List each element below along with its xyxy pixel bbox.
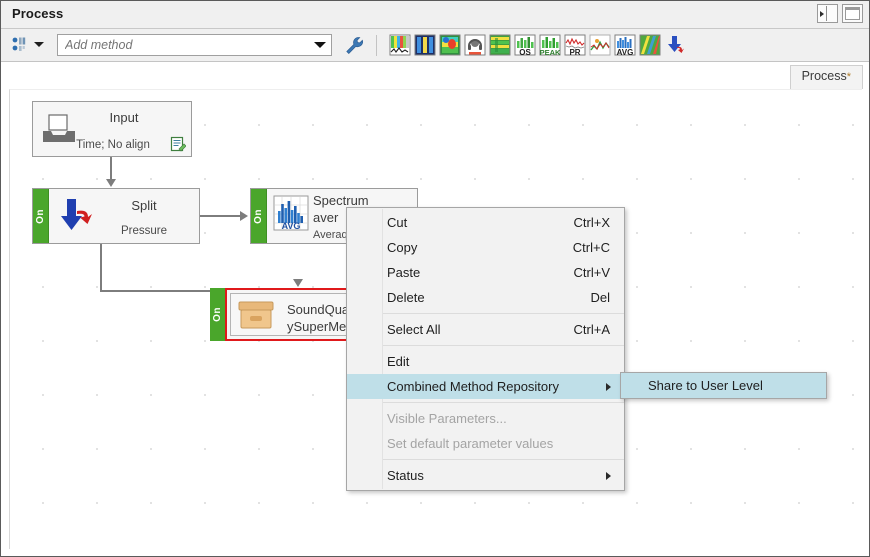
waterfall-icon[interactable]	[639, 34, 661, 56]
main-toolbar: OS PEAK PR	[1, 29, 869, 62]
connector-arrow-split-in	[106, 179, 116, 187]
window-layout-buttons	[817, 4, 863, 23]
menu-item-select-all-label: Select All	[387, 322, 440, 337]
window-body-icon	[845, 10, 860, 20]
spectrogram-icon[interactable]	[489, 34, 511, 56]
node-split[interactable]: On Split Pressure	[32, 188, 200, 244]
combo-arrow-icon[interactable]	[314, 42, 326, 48]
node-split-title: Split	[89, 198, 199, 213]
menu-item-set-default-parameter-values: Set default parameter values	[347, 431, 624, 456]
connector-input-split	[110, 157, 112, 180]
submenu-arrow-icon	[606, 383, 611, 391]
node-input[interactable]: Input Time; No align	[32, 101, 192, 157]
menu-item-visible-parameters-label: Visible Parameters...	[387, 411, 507, 426]
node-soundquality-state-label: On	[212, 307, 223, 322]
menu-item-paste-label: Paste	[387, 265, 420, 280]
tab-modified-marker: *	[847, 71, 851, 83]
spectrum-avg-icon: AVG	[273, 195, 309, 231]
menu-item-paste[interactable]: Paste Ctrl+V	[347, 260, 624, 285]
archive-box-icon	[237, 301, 275, 331]
svg-text:AVG: AVG	[617, 48, 634, 56]
pr-icon[interactable]: PR	[564, 34, 586, 56]
node-spectrum-state-label: On	[253, 209, 264, 224]
menu-item-set-default-parameter-values-label: Set default parameter values	[387, 436, 553, 451]
menu-item-edit-label: Edit	[387, 354, 409, 369]
menu-item-status[interactable]: Status	[347, 463, 624, 488]
process-window: Process	[0, 0, 870, 557]
tab-label: Process	[802, 69, 847, 83]
node-split-subtitle: Pressure	[89, 225, 199, 237]
svg-text:PEAK: PEAK	[540, 48, 561, 56]
panel-divider-icon	[826, 6, 827, 21]
menu-item-copy-accel: Ctrl+C	[573, 235, 610, 260]
menu-item-status-label: Status	[387, 468, 424, 483]
node-soundquality-state-bar[interactable]: On	[210, 288, 225, 341]
method-list-icon[interactable]	[11, 35, 31, 55]
toolbar-separator	[376, 35, 377, 56]
menu-item-cut[interactable]: Cut Ctrl+X	[347, 210, 624, 235]
peak-icon[interactable]: PEAK	[539, 34, 561, 56]
menu-item-delete[interactable]: Delete Del	[347, 285, 624, 310]
menu-item-cut-accel: Ctrl+X	[574, 210, 610, 235]
menu-item-paste-accel: Ctrl+V	[574, 260, 610, 285]
menu-item-copy-label: Copy	[387, 240, 417, 255]
bar-blue-icon[interactable]	[414, 34, 436, 56]
menu-separator	[383, 313, 624, 314]
node-split-state-label: On	[35, 209, 46, 224]
avg-icon[interactable]: AVG	[614, 34, 636, 56]
connector-split-spectrum	[200, 215, 241, 217]
context-menu: Cut Ctrl+X Copy Ctrl+C Paste Ctrl+V Dele…	[346, 207, 625, 491]
toolbar-icon-group: OS PEAK PR	[389, 34, 686, 56]
restore-layout-button[interactable]	[817, 4, 838, 23]
menu-separator	[383, 345, 624, 346]
node-input-subtitle: Time; No align	[61, 139, 165, 151]
connector-arrow-spectrum-in	[240, 211, 248, 221]
menu-item-select-all[interactable]: Select All Ctrl+A	[347, 317, 624, 342]
octave-icon[interactable]: OS	[514, 34, 536, 56]
submenu-item-share-to-user-level[interactable]: Share to User Level	[621, 373, 826, 398]
tab-strip: Process*	[1, 62, 869, 89]
connector-split-down	[100, 244, 102, 291]
menu-separator	[383, 402, 624, 403]
tab-process[interactable]: Process*	[790, 65, 863, 89]
menu-item-select-all-accel: Ctrl+A	[574, 317, 610, 342]
chevron-down-icon[interactable]	[34, 42, 44, 47]
svg-text:PR: PR	[569, 48, 580, 56]
svg-text:AVG: AVG	[282, 221, 301, 231]
add-method-input[interactable]	[57, 34, 332, 56]
node-split-state-bar[interactable]: On	[33, 189, 49, 243]
menu-item-cut-label: Cut	[387, 215, 407, 230]
window-titlebar: Process	[1, 1, 869, 29]
menu-item-delete-accel: Del	[590, 285, 610, 310]
menu-item-combined-method-repository[interactable]: Combined Method Repository	[347, 374, 624, 399]
window-title: Process	[12, 6, 63, 21]
menu-item-combined-method-repository-label: Combined Method Repository	[387, 379, 559, 394]
svg-text:OS: OS	[519, 48, 531, 56]
submenu-arrow-icon	[606, 472, 611, 480]
node-input-title: Input	[61, 110, 187, 125]
node-spectrum-title-line2: aver	[313, 210, 338, 225]
maximize-layout-button[interactable]	[842, 4, 863, 23]
submenu-item-share-to-user-level-label: Share to User Level	[648, 378, 763, 393]
edit-note-icon[interactable]	[170, 136, 186, 152]
menu-separator	[383, 459, 624, 460]
node-spectrum-title: Spectrum	[313, 193, 417, 208]
colormap-icon[interactable]	[439, 34, 461, 56]
time-data-icon[interactable]	[389, 34, 411, 56]
node-split-body: Split Pressure	[49, 189, 199, 243]
menu-item-copy[interactable]: Copy Ctrl+C	[347, 235, 624, 260]
export-arrow-icon[interactable]	[664, 34, 686, 56]
wrench-icon[interactable]	[344, 35, 365, 56]
panel-left-icon	[820, 11, 824, 17]
menu-item-edit[interactable]: Edit	[347, 349, 624, 374]
node-spectrum-state-bar[interactable]: On	[251, 189, 267, 243]
menu-item-delete-label: Delete	[387, 290, 425, 305]
connector-arrow-sq-in	[293, 279, 303, 287]
menu-item-visible-parameters: Visible Parameters...	[347, 406, 624, 431]
order-icon[interactable]	[589, 34, 611, 56]
context-submenu: Share to User Level	[620, 372, 827, 399]
node-input-body: Input Time; No align	[33, 102, 191, 156]
headphones-icon[interactable]	[464, 34, 486, 56]
